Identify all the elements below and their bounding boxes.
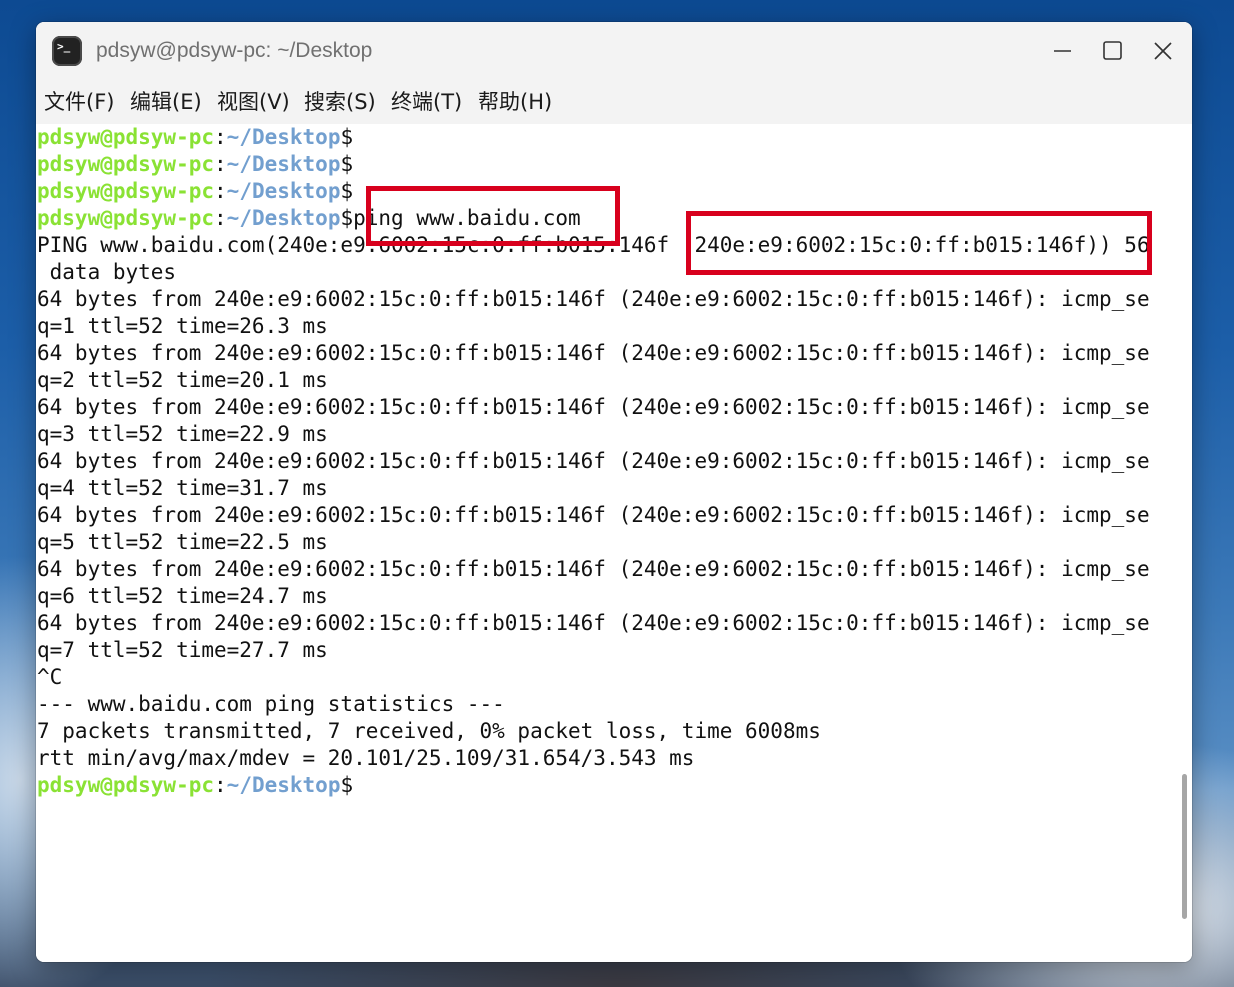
reply-line-wrap: q=5 ttl=52 time=22.5 ms (37, 530, 328, 554)
prompt-dollar: $ (340, 179, 354, 203)
prompt-colon: : (214, 206, 227, 230)
command-text: ping www.baidu.com (353, 206, 581, 230)
scrollbar-thumb[interactable] (1182, 774, 1187, 919)
prompt-path: ~/Desktop (226, 125, 341, 149)
stats-rtt: rtt min/avg/max/mdev = 20.101/25.109/31.… (37, 746, 695, 770)
prompt-line: pdsyw@pdsyw-pc:~/Desktop$ (37, 151, 1183, 178)
ping-header-wrap: data bytes (37, 260, 177, 284)
interrupt-line: ^C (37, 665, 63, 689)
prompt-dollar: $ (340, 773, 354, 797)
prompt-colon: : (214, 125, 227, 149)
terminal-output[interactable]: pdsyw@pdsyw-pc:~/Desktop$ pdsyw@pdsyw-pc… (36, 124, 1192, 962)
prompt-colon: : (214, 179, 227, 203)
reply-line: 64 bytes from 240e:e9:6002:15c:0:ff:b015… (37, 287, 1150, 311)
menu-terminal[interactable]: 终端(T) (391, 88, 462, 116)
ping-header: PING www.baidu.com(240e:e9:6002:15c:0:ff… (37, 233, 1150, 257)
reply-line-wrap: q=4 ttl=52 time=31.7 ms (37, 476, 328, 500)
maximize-button[interactable] (1093, 32, 1131, 70)
terminal-icon: >_ (52, 36, 82, 66)
terminal-icon-glyph: >_ (57, 40, 71, 53)
reply-line: 64 bytes from 240e:e9:6002:15c:0:ff:b015… (37, 449, 1150, 473)
menu-view[interactable]: 视图(V) (217, 88, 290, 116)
terminal-window: >_ pdsyw@pdsyw-pc: ~/Desktop 文件(F) 编辑(E)… (36, 22, 1192, 962)
prompt-user: pdsyw@pdsyw-pc (37, 179, 215, 203)
title-bar[interactable]: >_ pdsyw@pdsyw-pc: ~/Desktop (36, 22, 1192, 80)
prompt-path: ~/Desktop (226, 773, 341, 797)
menu-search[interactable]: 搜索(S) (304, 88, 376, 116)
minimize-button[interactable] (1044, 32, 1082, 70)
prompt-user: pdsyw@pdsyw-pc (37, 125, 215, 149)
reply-line-wrap: q=6 ttl=52 time=24.7 ms (37, 584, 328, 608)
terminal-lines: pdsyw@pdsyw-pc:~/Desktop$ pdsyw@pdsyw-pc… (37, 124, 1183, 799)
prompt-user: pdsyw@pdsyw-pc (37, 773, 215, 797)
stats-packets: 7 packets transmitted, 7 received, 0% pa… (37, 719, 821, 743)
reply-line-wrap: q=1 ttl=52 time=26.3 ms (37, 314, 328, 338)
prompt-user: pdsyw@pdsyw-pc (37, 206, 215, 230)
reply-line: 64 bytes from 240e:e9:6002:15c:0:ff:b015… (37, 611, 1150, 635)
window-title: pdsyw@pdsyw-pc: ~/Desktop (96, 39, 373, 62)
menu-edit[interactable]: 编辑(E) (130, 88, 202, 116)
menu-help[interactable]: 帮助(H) (478, 88, 552, 116)
prompt-line: pdsyw@pdsyw-pc:~/Desktop$ (37, 772, 1183, 799)
reply-line: 64 bytes from 240e:e9:6002:15c:0:ff:b015… (37, 503, 1150, 527)
prompt-dollar: $ (340, 206, 354, 230)
reply-line: 64 bytes from 240e:e9:6002:15c:0:ff:b015… (37, 557, 1150, 581)
prompt-colon: : (214, 773, 227, 797)
reply-line-wrap: q=7 ttl=52 time=27.7 ms (37, 638, 328, 662)
command-line: pdsyw@pdsyw-pc:~/Desktop$ping www.baidu.… (37, 205, 1183, 232)
maximize-icon (1103, 41, 1122, 60)
prompt-user: pdsyw@pdsyw-pc (37, 152, 215, 176)
close-button[interactable] (1144, 32, 1182, 70)
prompt-path: ~/Desktop (226, 206, 341, 230)
menu-bar: 文件(F) 编辑(E) 视图(V) 搜索(S) 终端(T) 帮助(H) (36, 80, 1192, 124)
prompt-line: pdsyw@pdsyw-pc:~/Desktop$ (37, 124, 1183, 151)
stats-header: --- www.baidu.com ping statistics --- (37, 692, 505, 716)
menu-file[interactable]: 文件(F) (44, 88, 114, 116)
reply-line: 64 bytes from 240e:e9:6002:15c:0:ff:b015… (37, 395, 1150, 419)
prompt-line: pdsyw@pdsyw-pc:~/Desktop$ (37, 178, 1183, 205)
prompt-dollar: $ (340, 125, 354, 149)
reply-line-wrap: q=3 ttl=52 time=22.9 ms (37, 422, 328, 446)
minimize-icon (1054, 50, 1071, 52)
prompt-colon: : (214, 152, 227, 176)
reply-line: 64 bytes from 240e:e9:6002:15c:0:ff:b015… (37, 341, 1150, 365)
prompt-path: ~/Desktop (226, 179, 341, 203)
prompt-dollar: $ (340, 152, 354, 176)
reply-line-wrap: q=2 ttl=52 time=20.1 ms (37, 368, 328, 392)
close-icon (1154, 42, 1172, 60)
prompt-path: ~/Desktop (226, 152, 341, 176)
